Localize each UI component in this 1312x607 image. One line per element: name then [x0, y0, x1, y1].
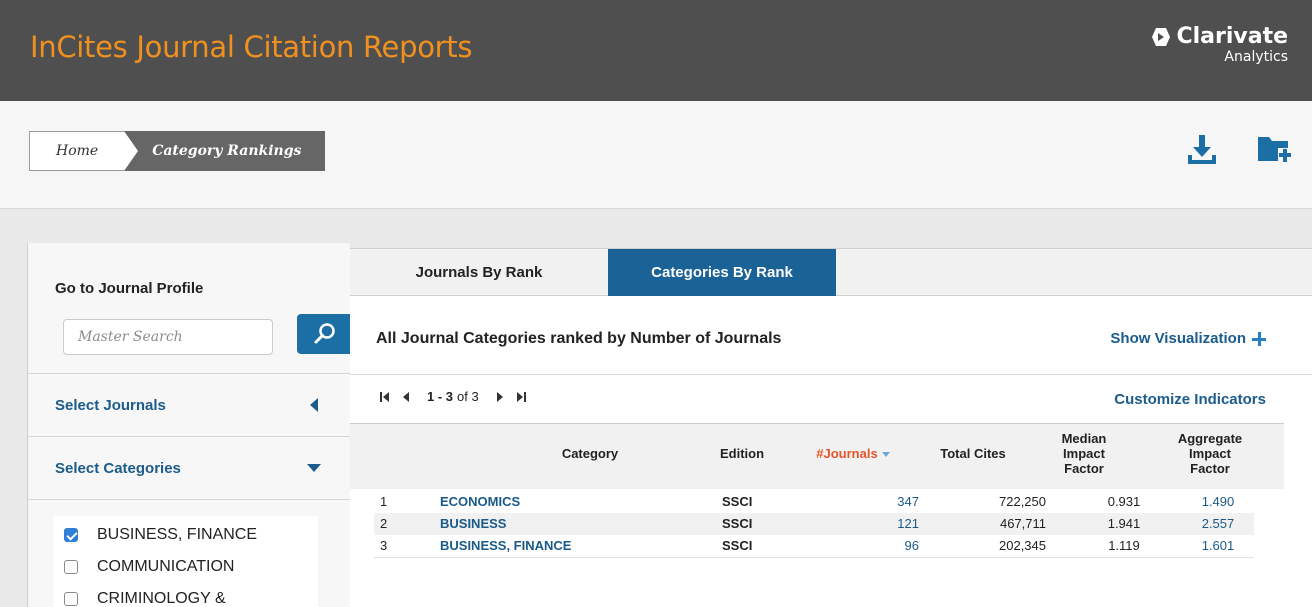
journal-profile-title: Go to Journal Profile — [55, 280, 204, 297]
checkbox[interactable] — [64, 592, 78, 606]
sort-desc-icon — [881, 452, 890, 458]
show-visualization-label: Show Visualization — [1110, 330, 1246, 347]
select-journals-toggle[interactable]: Select Journals — [28, 374, 351, 436]
journals-header-label: #Journals — [816, 446, 878, 461]
category-link[interactable]: BUSINESS, FINANCE — [440, 535, 571, 557]
aggregate-if-link[interactable]: 2.557 — [1188, 513, 1248, 535]
select-categories-toggle[interactable]: Select Categories — [28, 437, 351, 499]
category-item[interactable]: CRIMINOLOGY & — [53, 583, 318, 607]
search-icon — [314, 323, 335, 344]
page-total: of 3 — [457, 389, 479, 404]
caret-left-icon — [310, 398, 318, 412]
category-link[interactable]: ECONOMICS — [440, 491, 520, 513]
median-if-cell: 1.119 — [1108, 538, 1140, 553]
breadcrumb-current: Category Rankings — [124, 131, 326, 171]
column-header-category[interactable]: Category — [520, 446, 660, 461]
aggregate-if-link[interactable]: 1.601 — [1188, 535, 1248, 557]
rank-cell: 3 — [380, 538, 388, 553]
edition-cell: SSCI — [722, 516, 753, 531]
column-header-median-impact-factor[interactable]: Median Impact Factor — [1052, 431, 1116, 476]
table-row[interactable]: 3 BUSINESS, FINANCE SSCI 96 202,345 1.11… — [374, 535, 1254, 557]
download-icon[interactable] — [1184, 131, 1220, 167]
journals-count-link[interactable]: 121 — [897, 513, 919, 535]
category-item[interactable]: BUSINESS, FINANCE — [53, 519, 318, 551]
journals-count-link[interactable]: 347 — [897, 491, 919, 513]
first-page-icon[interactable] — [379, 391, 391, 403]
median-if-cell: 1.941 — [1107, 516, 1141, 531]
brand-subtitle: Analytics — [1224, 49, 1288, 65]
divider — [374, 557, 1254, 558]
tab-categories-by-rank[interactable]: Categories By Rank — [608, 249, 836, 296]
app-title: InCites Journal Citation Reports — [30, 30, 473, 64]
column-header-total-cites[interactable]: Total Cites — [928, 446, 1018, 461]
tab-bar: Journals By Rank Categories By Rank — [350, 249, 1312, 296]
caret-down-icon — [307, 464, 321, 472]
master-search-input[interactable]: Master Search — [63, 319, 273, 355]
checkbox-checked[interactable] — [64, 528, 78, 542]
category-label: COMMUNICATION — [97, 558, 235, 575]
total-cites-cell: 467,711 — [999, 516, 1046, 531]
brand-name: Clarivate — [1176, 24, 1288, 49]
column-header-edition[interactable]: Edition — [707, 446, 777, 461]
pagination: 1 - 3 of 3 — [379, 389, 527, 404]
rank-cell: 2 — [380, 516, 388, 531]
next-page-icon[interactable] — [495, 391, 505, 403]
category-list: BUSINESS, FINANCE COMMUNICATION CRIMINOL… — [53, 516, 318, 607]
table-row[interactable]: 1 ECONOMICS SSCI 347 722,250 0.931 1.490 — [374, 491, 1254, 513]
show-visualization-link[interactable]: Show Visualization — [1110, 330, 1266, 347]
last-page-icon[interactable] — [515, 391, 527, 403]
main-content: Journals By Rank Categories By Rank All … — [350, 248, 1312, 607]
edition-cell: SSCI — [722, 494, 753, 509]
total-cites-cell: 202,345 — [999, 538, 1046, 553]
total-cites-cell: 722,250 — [999, 494, 1046, 509]
clarivate-logo-icon — [1152, 28, 1171, 46]
customize-indicators-link[interactable]: Customize Indicators — [1114, 391, 1266, 408]
toolbar-area: Home Category Rankings — [0, 101, 1312, 209]
aggregate-if-link[interactable]: 1.490 — [1188, 491, 1248, 513]
breadcrumb-home[interactable]: Home — [29, 131, 139, 171]
checkbox[interactable] — [64, 560, 78, 574]
divider — [350, 374, 1312, 375]
page-range: 1 - 3 — [427, 389, 454, 404]
category-label: CRIMINOLOGY & — [97, 590, 226, 607]
column-header-journals[interactable]: #Journals — [798, 446, 908, 461]
journals-count-link[interactable]: 96 — [905, 535, 919, 557]
page-heading: All Journal Categories ranked by Number … — [376, 330, 782, 347]
app-header: InCites Journal Citation Reports Clariva… — [0, 0, 1312, 101]
median-if-cell: 0.931 — [1107, 494, 1141, 509]
category-label: BUSINESS, FINANCE — [97, 526, 258, 543]
breadcrumb: Home Category Rankings — [29, 131, 326, 171]
rank-cell: 1 — [380, 494, 388, 509]
category-link[interactable]: BUSINESS — [440, 513, 506, 535]
sidebar: Go to Journal Profile Master Search Sele… — [27, 243, 351, 607]
select-journals-label: Select Journals — [55, 396, 166, 414]
plus-icon — [1252, 331, 1266, 346]
tab-journals-by-rank[interactable]: Journals By Rank — [350, 249, 608, 296]
column-header-aggregate-impact-factor[interactable]: Aggregate Impact Factor — [1172, 431, 1248, 476]
table-row[interactable]: 2 BUSINESS SSCI 121 467,711 1.941 2.557 — [374, 513, 1254, 535]
category-item[interactable]: COMMUNICATION — [53, 551, 318, 583]
search-button[interactable] — [297, 314, 351, 354]
prev-page-icon[interactable] — [401, 391, 411, 403]
add-folder-icon[interactable] — [1256, 131, 1292, 167]
edition-cell: SSCI — [722, 538, 753, 553]
divider — [28, 499, 351, 500]
brand-logo[interactable]: Clarivate Analytics — [1152, 26, 1288, 66]
select-categories-label: Select Categories — [55, 459, 181, 477]
